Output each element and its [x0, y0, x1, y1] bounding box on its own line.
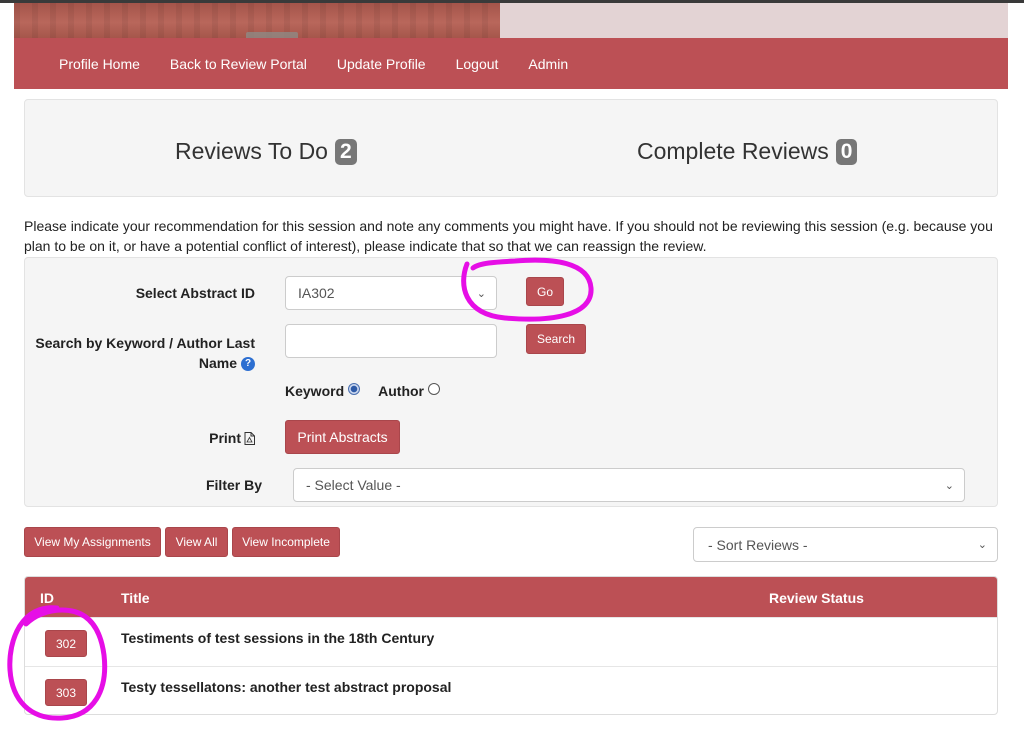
- reviews-todo-badge: 2: [334, 138, 357, 165]
- nav-update-profile[interactable]: Update Profile: [337, 56, 426, 72]
- nav-back-to-review-portal[interactable]: Back to Review Portal: [170, 56, 307, 72]
- chevron-down-icon: ⌄: [977, 539, 987, 551]
- search-label-text: Search by Keyword / Author Last Name: [35, 335, 255, 371]
- header-id: ID: [40, 590, 54, 606]
- view-incomplete-button[interactable]: View Incomplete: [232, 527, 340, 557]
- abstract-id-button[interactable]: 302: [45, 630, 87, 657]
- instructions-text: Please indicate your recommendation for …: [24, 218, 993, 254]
- view-all-button[interactable]: View All: [165, 527, 228, 557]
- main-navbar: Profile Home Back to Review Portal Updat…: [14, 38, 1008, 89]
- table-row: 303 Testy tessellatons: another test abs…: [25, 666, 997, 714]
- abstract-id-select[interactable]: IA302 ⌄: [285, 276, 497, 310]
- print-label: Print: [209, 430, 255, 446]
- abstract-id-value: IA302: [298, 285, 335, 301]
- help-icon[interactable]: ?: [241, 357, 255, 372]
- nav-profile-home[interactable]: Profile Home: [59, 56, 140, 72]
- go-button[interactable]: Go: [526, 277, 564, 306]
- search-button[interactable]: Search: [526, 324, 586, 354]
- sort-reviews-select[interactable]: - Sort Reviews - ⌄: [693, 527, 998, 562]
- search-label: Search by Keyword / Author Last Name?: [0, 333, 255, 373]
- filter-by-value: - Select Value -: [306, 477, 401, 493]
- filter-by-label: Filter By: [205, 477, 262, 493]
- chevron-down-icon: ⌄: [476, 288, 486, 300]
- radio-keyword-label: Keyword: [285, 383, 345, 399]
- reviews-table: ID Title Review Status 302 Testiments of…: [24, 576, 998, 715]
- table-header: ID Title Review Status: [25, 577, 997, 617]
- complete-reviews-stat[interactable]: Complete Reviews 0: [637, 138, 858, 165]
- radio-author[interactable]: [428, 383, 441, 395]
- header-review-status: Review Status: [769, 590, 864, 606]
- reviews-todo-label: Reviews To Do: [175, 138, 328, 164]
- reviews-todo-stat[interactable]: Reviews To Do 2: [175, 138, 357, 165]
- table-row: 302 Testiments of test sessions in the 1…: [25, 617, 997, 666]
- header-title: Title: [121, 590, 150, 606]
- pdf-icon: [244, 431, 255, 445]
- select-abstract-label: Select Abstract ID: [135, 285, 255, 301]
- sort-reviews-value: - Sort Reviews -: [708, 536, 808, 553]
- nav-logout[interactable]: Logout: [456, 56, 499, 72]
- print-abstracts-button[interactable]: Print Abstracts: [285, 420, 400, 454]
- abstract-title: Testiments of test sessions in the 18th …: [121, 630, 435, 646]
- header-photo: [14, 3, 500, 40]
- filter-by-select[interactable]: - Select Value - ⌄: [293, 468, 965, 502]
- complete-reviews-badge: 0: [835, 138, 858, 165]
- chevron-down-icon: ⌄: [944, 480, 954, 492]
- radio-author-label: Author: [378, 383, 425, 399]
- print-label-text: Print: [209, 430, 241, 446]
- nav-admin[interactable]: Admin: [528, 56, 568, 72]
- radio-keyword[interactable]: [348, 383, 361, 395]
- search-type-radios: Keyword Author: [285, 383, 441, 399]
- abstract-title: Testy tessellatons: another test abstrac…: [121, 679, 452, 695]
- search-input[interactable]: [285, 324, 497, 358]
- view-my-assignments-button[interactable]: View My Assignments: [24, 527, 161, 557]
- review-filter-form: Select Abstract ID IA302 ⌄ Go Search by …: [24, 257, 998, 507]
- review-stats-panel: Reviews To Do 2 Complete Reviews 0: [24, 99, 998, 197]
- abstract-id-button[interactable]: 303: [45, 679, 87, 706]
- complete-reviews-label: Complete Reviews: [637, 138, 829, 164]
- header-banner: [500, 3, 1008, 38]
